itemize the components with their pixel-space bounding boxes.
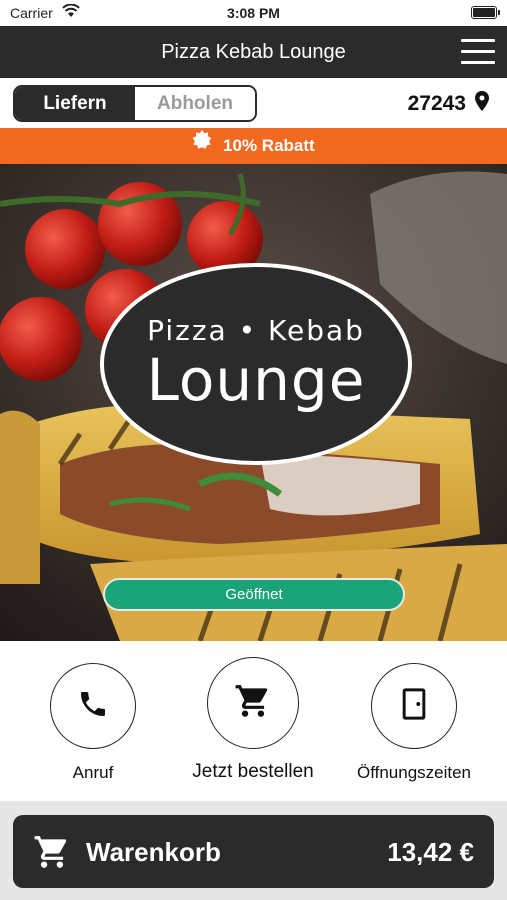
open-status-button[interactable]: Geöffnet xyxy=(103,578,405,611)
hours-circle xyxy=(371,663,457,749)
order-mode-bar: Liefern Abholen 27243 xyxy=(0,78,507,128)
zip-code-selector[interactable]: 27243 xyxy=(408,91,489,117)
cart-button[interactable]: Warenkorb 13,42 € xyxy=(13,815,494,888)
call-circle xyxy=(50,663,136,749)
hamburger-menu-icon[interactable] xyxy=(461,39,495,65)
hero-banner: Pizza • Kebab Lounge Geöffnet xyxy=(0,164,507,641)
quick-actions: Anruf Jetzt bestellen Öffnungszeiten xyxy=(0,641,507,801)
opening-hours-button[interactable]: Öffnungszeiten xyxy=(339,663,489,783)
phone-icon xyxy=(77,688,109,725)
discount-banner: 10% Rabatt xyxy=(0,128,507,164)
order-now-button[interactable]: Jetzt bestellen xyxy=(178,657,328,783)
logo-subtitle: Pizza • Kebab xyxy=(147,314,365,347)
cart-area: Warenkorb 13,42 € xyxy=(0,801,507,900)
order-now-label: Jetzt bestellen xyxy=(192,761,314,782)
cart-total: 13,42 € xyxy=(387,837,474,867)
pickup-tab[interactable]: Abholen xyxy=(135,87,255,120)
delivery-tab[interactable]: Liefern xyxy=(15,87,135,120)
battery-icon xyxy=(471,6,497,19)
logo-title: Lounge xyxy=(146,346,366,414)
zip-code: 27243 xyxy=(407,92,466,115)
cart-icon xyxy=(234,682,272,725)
location-pin-icon xyxy=(475,91,489,117)
cart-label: Warenkorb xyxy=(86,837,221,867)
status-time: 3:08 PM xyxy=(227,5,280,21)
call-label: Anruf xyxy=(72,763,114,782)
cart-bar-icon xyxy=(33,833,71,876)
discount-badge-icon xyxy=(192,127,212,163)
opening-hours-label: Öffnungszeiten xyxy=(356,763,472,782)
order-circle xyxy=(207,657,299,749)
door-icon xyxy=(401,687,427,725)
app-header: Pizza Kebab Lounge xyxy=(0,26,507,78)
restaurant-logo: Pizza • Kebab Lounge xyxy=(100,264,412,464)
page-title: Pizza Kebab Lounge xyxy=(161,41,346,63)
order-mode-toggle: Liefern Abholen xyxy=(13,85,257,122)
status-bar: Carrier 3:08 PM xyxy=(0,0,507,26)
call-button[interactable]: Anruf xyxy=(18,663,168,783)
discount-text: 10% Rabatt xyxy=(223,136,315,155)
